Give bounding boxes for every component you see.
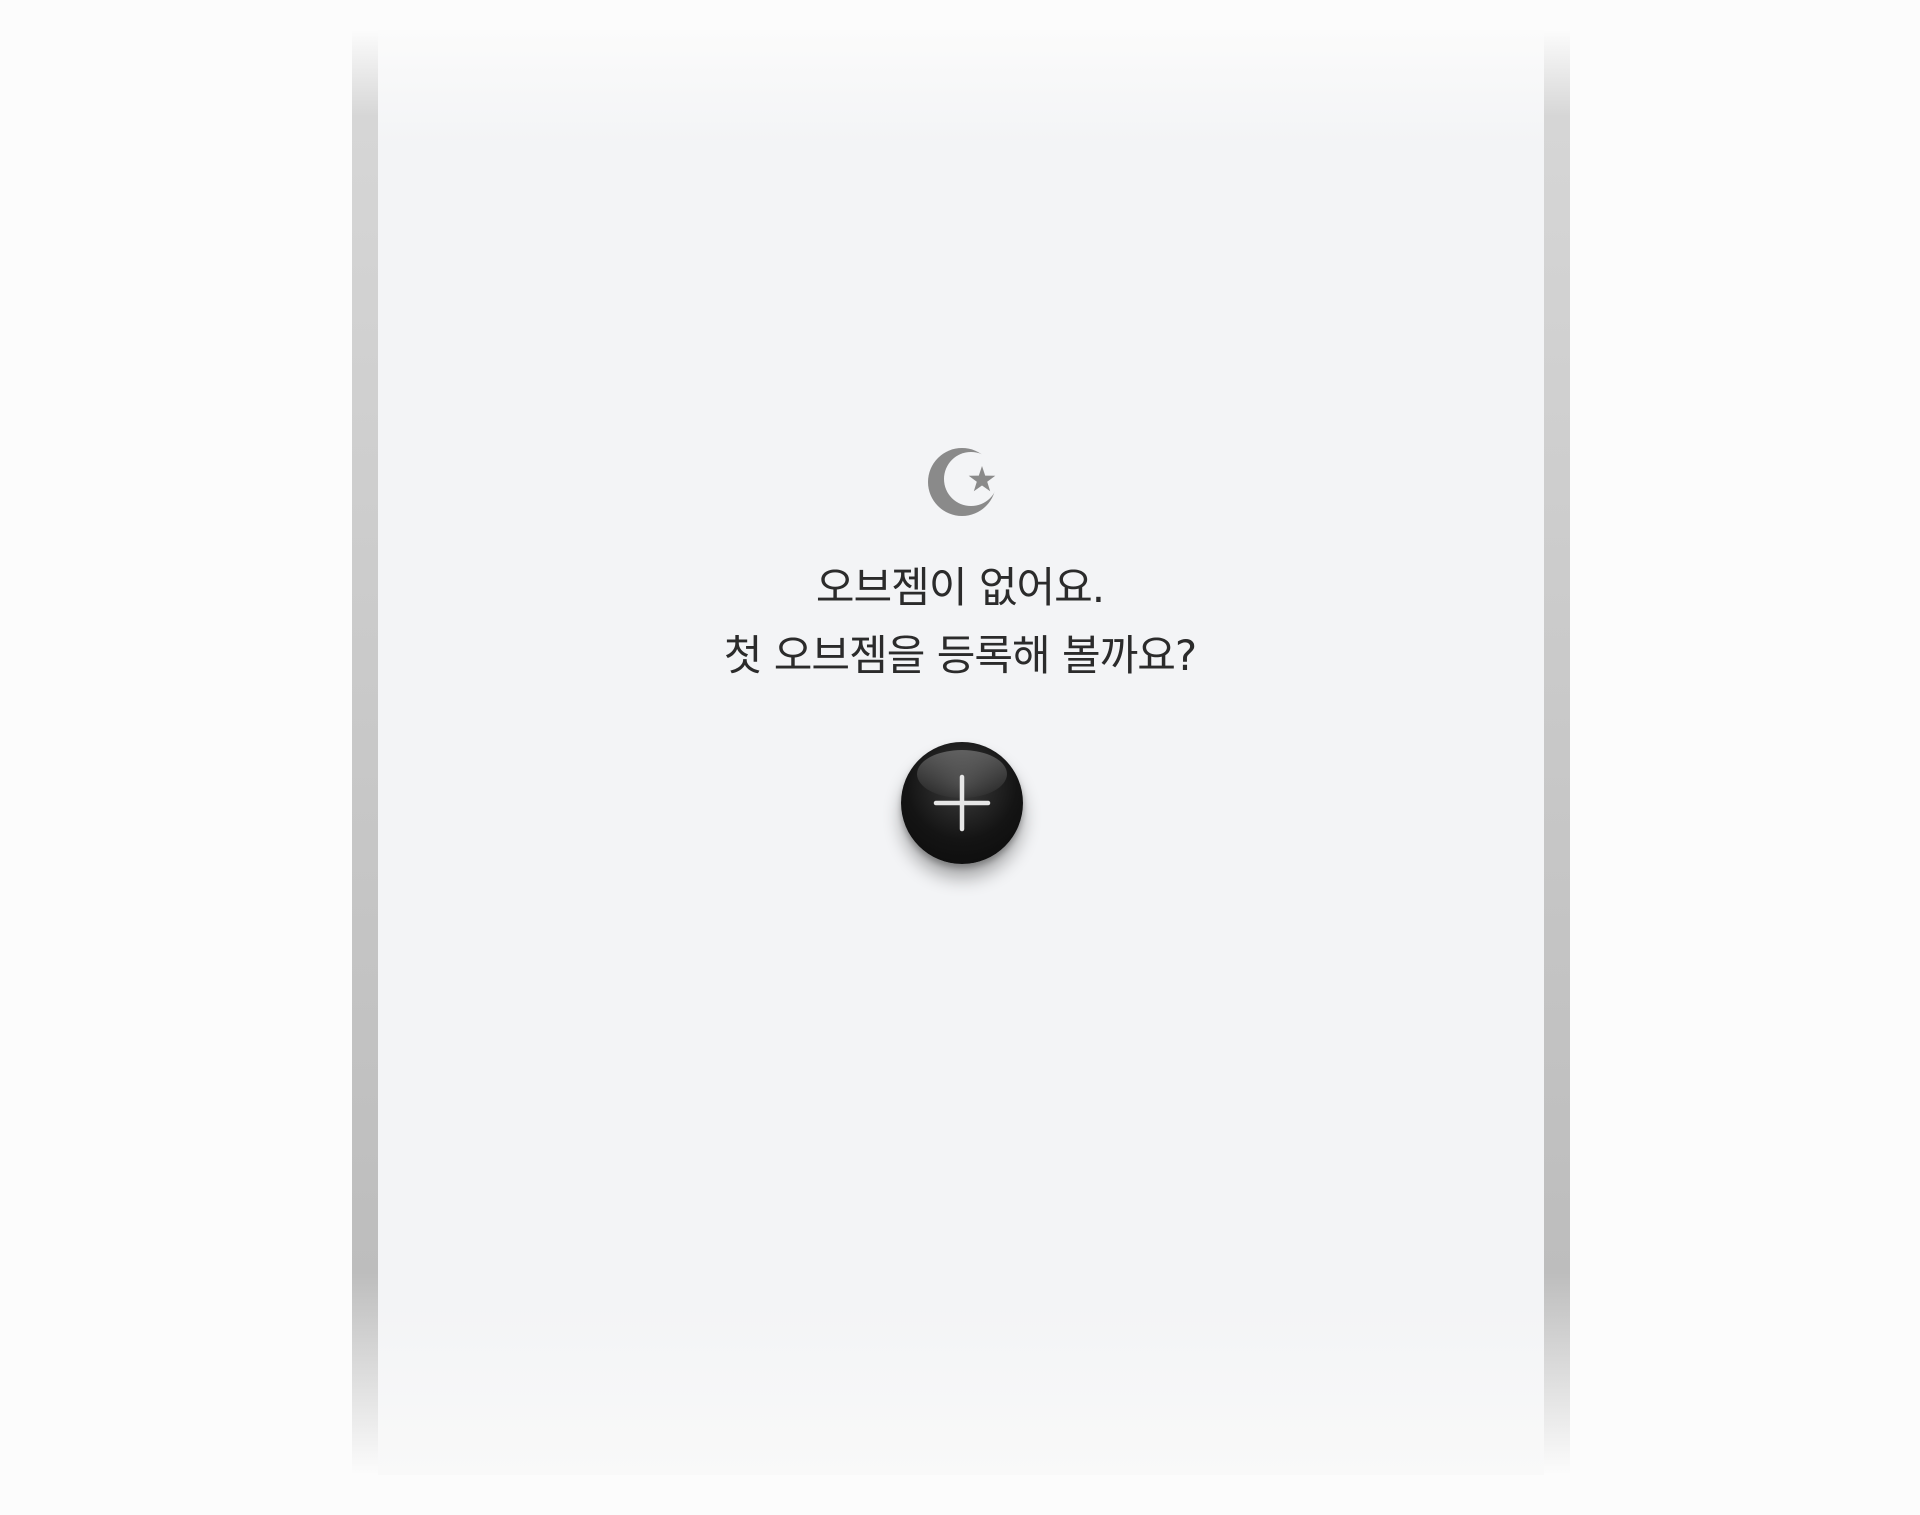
crescent-moon-star-icon [928,448,996,516]
add-obgem-button[interactable] [901,742,1023,864]
page: 오브젬이 없어요. 첫 오브젬을 등록해 볼까요? [0,0,1920,1515]
empty-message-line2: 첫 오브젬을 등록해 볼까요? [723,631,1197,680]
empty-state: 오브젬이 없어요. 첫 오브젬을 등록해 볼까요? [0,0,1920,1515]
plus-icon [933,774,991,832]
empty-message-line1: 오브젬이 없어요. [815,563,1105,612]
